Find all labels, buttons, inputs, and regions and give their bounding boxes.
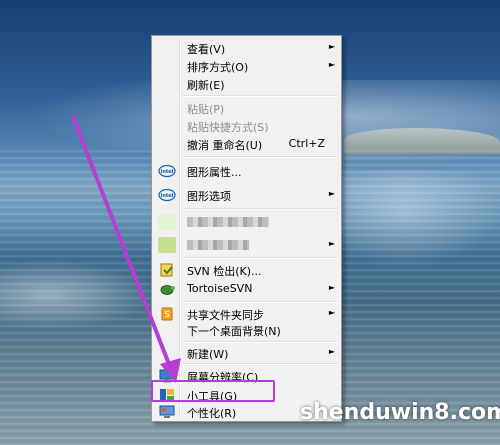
submenu-arrow-icon: ► (328, 189, 335, 198)
desktop-context-menu: 查看(V) ► 排序方式(O) ► 刷新(E) 粘贴(P) 粘贴快捷方式(S) … (151, 35, 342, 422)
wave-foam (0, 260, 160, 330)
menu-item-blurred-submenu[interactable]: ► (154, 235, 339, 255)
menu-separator (182, 208, 338, 210)
menu-item-paste-shortcut[interactable]: 粘贴快捷方式(S) (154, 116, 339, 136)
menu-item-graphics-properties[interactable]: intel 图形属性... (154, 161, 339, 181)
menu-item-label: 新建(W) (187, 348, 229, 361)
submenu-arrow-icon: ► (328, 239, 335, 248)
blurred-label (187, 240, 249, 250)
submenu-arrow-icon: ► (328, 60, 335, 69)
submenu-arrow-icon: ► (328, 283, 335, 292)
intel-icon: intel (158, 164, 176, 178)
svn-checkout-icon (160, 263, 173, 277)
menu-item-svn-checkout[interactable]: SVN 检出(K)... (154, 260, 339, 280)
menu-item-blurred[interactable] (154, 212, 339, 232)
menu-separator (182, 301, 338, 303)
submenu-arrow-icon: ► (328, 347, 335, 356)
menu-item-label: 刷新(E) (187, 79, 225, 92)
menu-item-label: TortoiseSVN (187, 282, 253, 295)
menu-item-label: 粘贴(P) (187, 103, 225, 116)
tortoisesvn-icon (160, 285, 175, 295)
svg-text:intel: intel (161, 193, 174, 199)
menu-separator (182, 257, 338, 259)
menu-separator (182, 156, 338, 158)
menu-item-undo-rename[interactable]: 撤消 重命名(U) Ctrl+Z (154, 134, 339, 154)
blurred-icon (158, 237, 176, 253)
menu-item-label: 查看(V) (187, 43, 226, 56)
menu-item-label: 图形属性... (187, 166, 242, 179)
shortcut-text: Ctrl+Z (288, 137, 325, 150)
submenu-arrow-icon: ► (328, 308, 335, 317)
watermark-text: shenduwin8.com (300, 400, 500, 425)
intel-icon: intel (158, 188, 176, 202)
menu-item-label: 排序方式(O) (187, 61, 249, 74)
menu-item-label: 粘贴快捷方式(S) (187, 121, 269, 134)
gadgets-highlight-box (151, 380, 275, 402)
svg-text:intel: intel (161, 169, 174, 175)
menu-item-label: SVN 检出(K)... (187, 265, 262, 278)
menu-item-sort-by[interactable]: 排序方式(O) ► (154, 56, 339, 76)
menu-item-label: 个性化(R) (187, 407, 237, 420)
menu-separator (182, 95, 338, 97)
blurred-icon (158, 214, 176, 230)
menu-item-new[interactable]: 新建(W) ► (154, 343, 339, 363)
personalize-icon (159, 405, 175, 418)
menu-item-label: 撤消 重命名(U) (187, 139, 263, 152)
menu-item-graphics-options[interactable]: intel 图形选项 ► (154, 185, 339, 205)
menu-item-refresh[interactable]: 刷新(E) (154, 74, 339, 94)
wave-foam (340, 170, 500, 270)
menu-item-view[interactable]: 查看(V) ► (154, 38, 339, 58)
submenu-arrow-icon: ► (328, 42, 335, 51)
menu-item-paste[interactable]: 粘贴(P) (154, 98, 339, 118)
menu-item-label: 图形选项 (187, 190, 231, 203)
blurred-label (187, 217, 269, 227)
menu-item-tortoisesvn[interactable]: TortoiseSVN ► (154, 279, 339, 299)
menu-item-label: 下一个桌面背景(N) (187, 325, 281, 338)
svg-text:S: S (164, 310, 169, 319)
menu-separator (182, 363, 338, 365)
menu-item-next-background[interactable]: 下一个桌面背景(N) (154, 320, 339, 340)
